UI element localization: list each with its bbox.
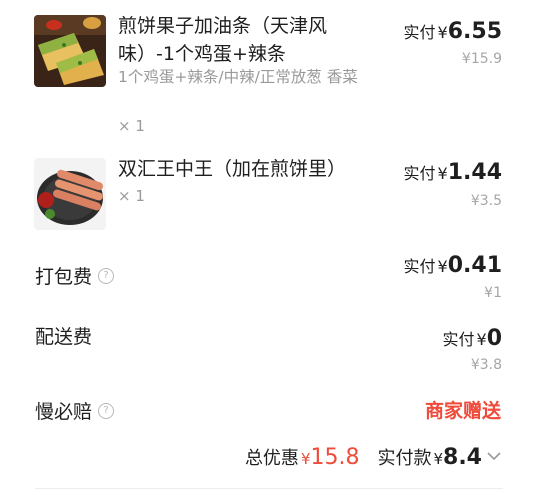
currency-symbol: ¥ [300,450,311,468]
item-quantity: × 1 [118,117,145,135]
compensation-text: 慢必赔 [35,401,93,423]
product-image-sausage[interactable] [34,158,106,230]
currency-symbol: ¥ [476,330,487,349]
item-title: 煎饼果子加油条（天津风味）-1个鸡蛋+辣条 [118,15,328,65]
currency-symbol: ¥ [437,23,448,42]
item-spec: 1个鸡蛋+辣条/中辣/正常放葱 香菜 [118,68,358,86]
question-circle-icon[interactable]: ? [98,267,115,284]
item-title: 双汇王中王（加在煎饼里） [118,158,347,180]
pay-amount: 0 [486,326,502,351]
pay-label: 实付 [403,23,436,42]
pay-label: 实付 [442,330,475,349]
currency-symbol: ¥ [437,257,448,276]
question-circle-icon[interactable]: ? [98,402,115,419]
product-image-jianbing[interactable] [34,15,106,87]
compensation-label: 慢必赔 ? [35,397,115,424]
discount-amount: 15.8 [310,445,360,470]
item-quantity: × 1 [118,187,145,205]
packing-fee-label: 打包费 ? [35,262,115,289]
order-total[interactable]: 总优惠 ¥ 15.8 实付款 ¥ 8.4 [245,444,502,470]
currency-symbol: ¥ [433,450,444,468]
delivery-fee-actual: 实付 ¥0 [442,326,502,351]
delivery-fee-original: ¥3.8 [470,357,502,373]
delivery-fee-label: 配送费 [35,322,92,349]
item-original-price: ¥3.5 [470,193,502,209]
pay-label: 实付 [403,257,436,276]
merchant-gift-badge: 商家赠送 [424,400,501,422]
divider [35,488,503,489]
item-original-price: ¥15.9 [461,51,502,67]
pay-amount: 0.41 [447,253,502,278]
item-actual-price: 实付 ¥1.44 [404,160,502,185]
packing-fee-text: 打包费 [35,266,93,288]
item-actual-price: 实付 ¥6.55 [404,19,502,44]
total-pay-amount: 8.4 [443,445,482,470]
pay-label: 实付 [403,164,436,183]
currency-symbol: ¥ [437,164,448,183]
discount-label: 总优惠 [244,448,299,469]
chevron-down-icon[interactable] [486,448,502,464]
delivery-fee-text: 配送费 [35,326,93,348]
total-pay-label: 实付款 [377,448,432,469]
packing-fee-original: ¥1 [484,285,502,301]
pay-amount: 6.55 [447,19,502,44]
pay-amount: 1.44 [447,160,502,185]
packing-fee-actual: 实付 ¥0.41 [404,253,502,278]
